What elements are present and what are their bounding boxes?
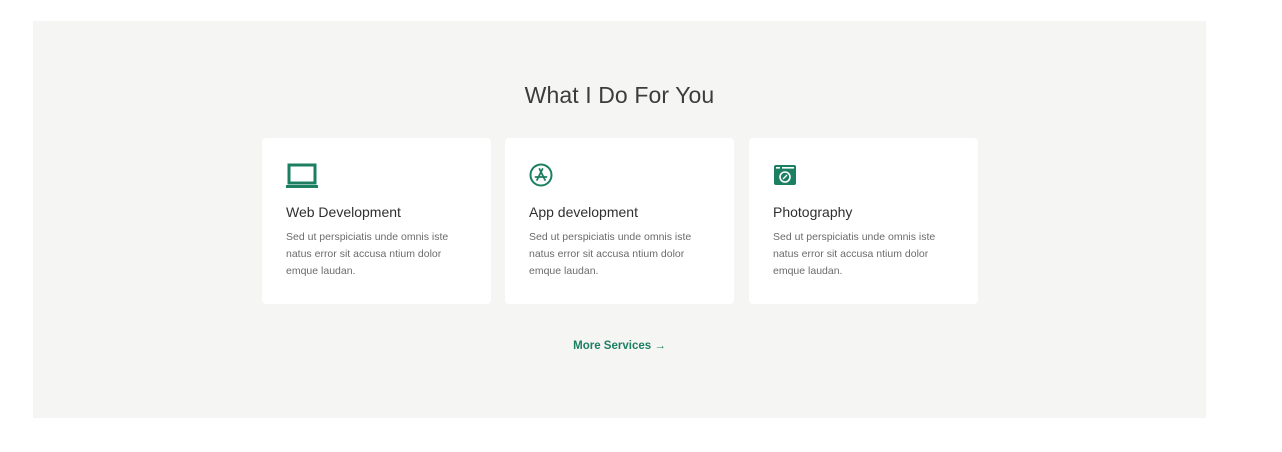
services-cards: Web Development Sed ut perspiciatis unde… — [262, 138, 978, 304]
more-services-label[interactable]: More Services — [573, 340, 651, 352]
more-services-link[interactable]: More Services → — [33, 340, 1206, 352]
service-card-web-development: Web Development Sed ut perspiciatis unde… — [262, 138, 491, 304]
section-title: What I Do For You — [524, 82, 715, 108]
card-description: Sed ut perspiciatis unde omnis iste natu… — [773, 231, 936, 277]
services-section: What I Do For You Web Development Sed ut… — [33, 21, 1206, 418]
arrow-right-icon[interactable]: → — [654, 340, 666, 352]
camera-icon — [774, 165, 796, 185]
card-title: Photography — [773, 204, 853, 220]
service-card-app-development: App development Sed ut perspiciatis unde… — [505, 138, 734, 304]
laptop-icon — [286, 163, 318, 188]
card-description: Sed ut perspiciatis unde omnis iste natu… — [529, 231, 692, 277]
app-store-icon — [529, 163, 553, 187]
service-card-photography: Photography Sed ut perspiciatis unde omn… — [749, 138, 978, 304]
card-title: App development — [529, 204, 638, 220]
card-title: Web Development — [286, 204, 401, 220]
card-description: Sed ut perspiciatis unde omnis iste natu… — [286, 231, 449, 277]
